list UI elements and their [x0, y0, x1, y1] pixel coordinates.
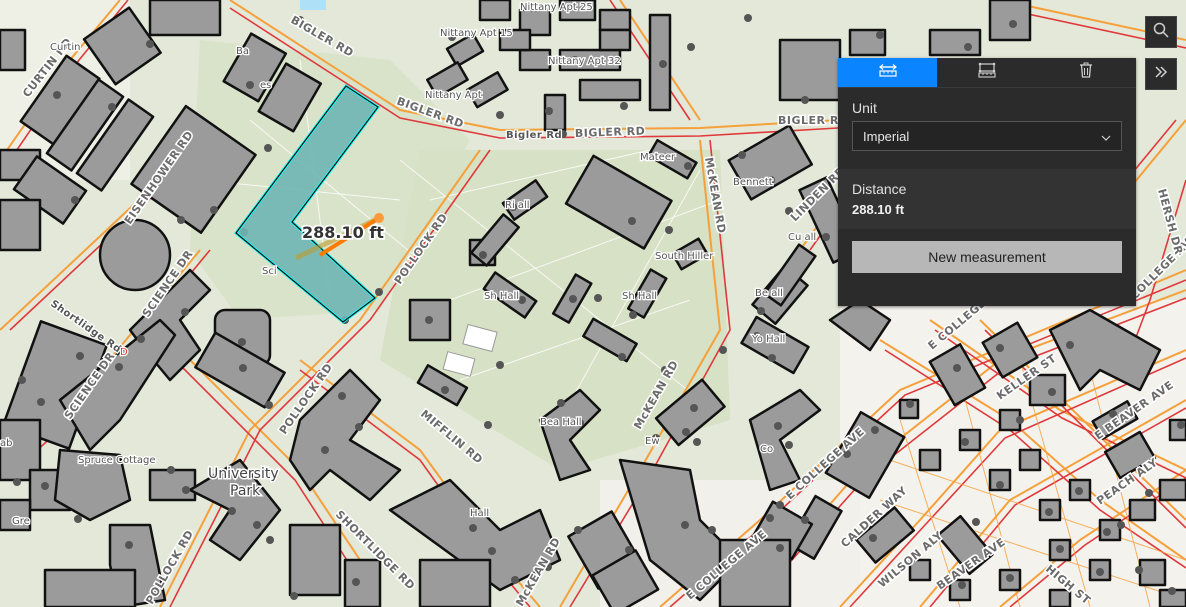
chevron-down-icon [1101, 129, 1111, 144]
distance-ruler-icon [878, 63, 898, 82]
unit-select-value: Imperial [863, 128, 910, 144]
tab-distance[interactable] [838, 58, 938, 87]
trash-icon [1079, 62, 1093, 83]
place-label: Bea Hall [540, 417, 582, 428]
place-label: Nittany Apt [425, 90, 482, 101]
measurement-panel: Unit Imperial Distance 288.10 ft New mea… [838, 58, 1136, 306]
search-icon [1153, 22, 1169, 43]
distance-result: Distance 288.10 ft [838, 169, 1136, 229]
city-label-2: Park [230, 483, 261, 499]
place-label: Mateer [640, 152, 676, 163]
road-label: BIGLER RD [575, 125, 646, 140]
city-label: University [208, 466, 279, 482]
place-label: Spruce Cottage [78, 455, 156, 466]
measurement-tabs [838, 58, 1136, 88]
place-label: Nittany Apt 25 [520, 2, 593, 13]
unit-select[interactable]: Imperial [852, 121, 1122, 151]
place-label: Ba [236, 46, 249, 57]
tab-clear[interactable] [1037, 58, 1136, 87]
place-label: Ri all [505, 200, 530, 211]
double-chevron-right-icon [1153, 64, 1169, 85]
distance-value: 288.10 ft [852, 202, 905, 217]
area-measure-icon [977, 62, 997, 83]
tab-area[interactable] [937, 58, 1036, 87]
place-label: Sh Hall [622, 291, 657, 302]
distance-label: Distance [852, 181, 907, 197]
road-label: Bigler Rd [506, 130, 562, 141]
place-label: Cu all [788, 232, 816, 243]
place-label: Bennett [733, 177, 773, 188]
search-button[interactable] [1145, 16, 1177, 48]
place-label: Sh Hall [484, 291, 519, 302]
place-label: Gre [12, 516, 30, 527]
place-label: Ew [645, 436, 660, 447]
place-label: ab [0, 438, 12, 449]
measurement-label: 288.10 ft [302, 223, 384, 242]
place-label: Nittany Apt 32 [548, 56, 621, 67]
place-label: Curtin [50, 42, 80, 53]
place-label: Be all [755, 288, 783, 299]
place-label: Sci [262, 266, 277, 277]
place-label: Co [760, 444, 773, 455]
place-label: South Hiller [655, 251, 714, 262]
place-label: D [120, 347, 128, 358]
collapse-button[interactable] [1145, 58, 1177, 90]
new-measurement-button[interactable]: New measurement [852, 241, 1122, 273]
unit-label: Unit [852, 100, 877, 116]
place-label: Nittany Apt 15 [440, 28, 513, 39]
place-label: Yo Hall [751, 334, 785, 345]
place-label: es [260, 80, 271, 91]
place-label: Hall [470, 508, 489, 519]
